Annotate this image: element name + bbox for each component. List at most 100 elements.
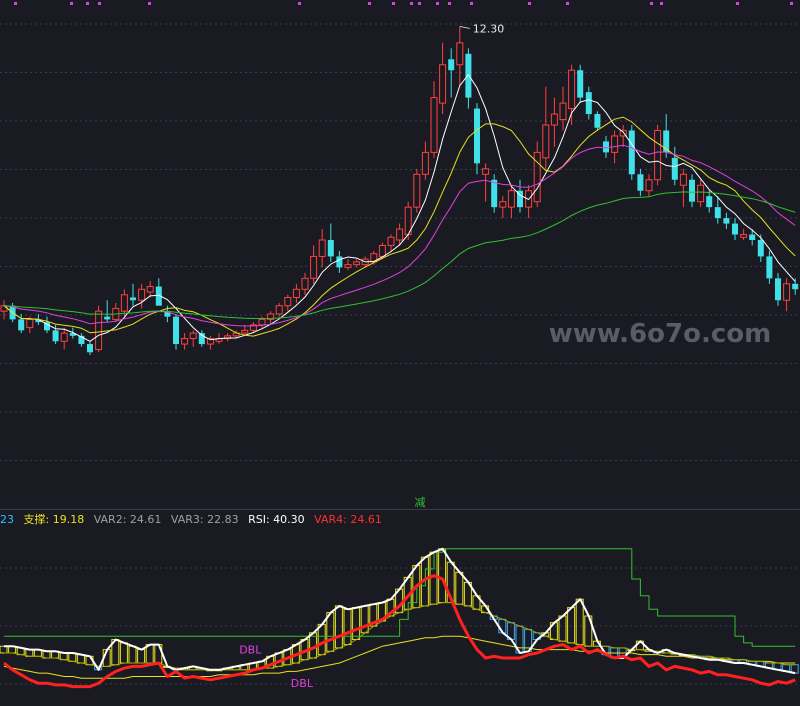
candle-body-down bbox=[749, 234, 756, 240]
top-dot bbox=[660, 2, 663, 5]
candle-body-up bbox=[679, 173, 687, 186]
candle-body-up bbox=[258, 318, 266, 326]
candle-body-up bbox=[456, 42, 464, 66]
candle-body-up bbox=[284, 297, 292, 307]
candle bbox=[628, 125, 635, 180]
top-dot bbox=[410, 2, 413, 5]
candle-body-up bbox=[439, 64, 447, 104]
candle-body-up bbox=[181, 338, 189, 345]
candle-body-down bbox=[336, 256, 343, 268]
candle-body-down bbox=[757, 240, 764, 257]
candle-body-up bbox=[550, 113, 558, 126]
top-dot bbox=[470, 2, 473, 5]
candle-body-down bbox=[18, 319, 25, 331]
top-dot bbox=[298, 2, 301, 5]
candle-body-down bbox=[594, 114, 601, 128]
candle-body-down bbox=[448, 59, 455, 71]
candle-body-up bbox=[387, 236, 395, 246]
candle-body-up bbox=[189, 332, 197, 340]
candle-body-down bbox=[465, 53, 472, 98]
indicator-header: 23 支撑: 19.18 VAR2: 24.61 VAR3: 22.83 RSI… bbox=[0, 512, 382, 526]
candle-body-up bbox=[120, 294, 128, 312]
candle-body-down bbox=[327, 240, 334, 257]
header-var3: VAR3: 22.83 bbox=[171, 513, 239, 526]
candle-body-up bbox=[318, 239, 326, 257]
top-dot bbox=[14, 2, 17, 5]
candle-body-up bbox=[645, 179, 653, 192]
candle-body-down bbox=[130, 297, 136, 301]
svg-text:23 支撑: 19.18 VAR2:: 23 支撑: 19.18 VAR2: 24.61 VAR3: 22.83 RSI… bbox=[0, 512, 382, 526]
candle-body-up bbox=[60, 332, 68, 342]
candle bbox=[95, 305, 103, 353]
candle-body-up bbox=[413, 173, 421, 208]
candle-body-up bbox=[146, 286, 154, 293]
candle-body-up bbox=[344, 264, 352, 268]
candle-body-down bbox=[491, 179, 498, 208]
stock-chart: www.6o7o.com 12.30 减 23 支撑: 19.18 VAR2: … bbox=[0, 0, 800, 706]
top-dot bbox=[528, 2, 531, 5]
candle-body-up bbox=[241, 329, 249, 334]
candle bbox=[491, 174, 498, 213]
candle-body-up bbox=[654, 129, 662, 181]
candle-body-up bbox=[430, 97, 438, 153]
candle-body-up bbox=[292, 288, 300, 298]
candle-body-up bbox=[740, 234, 748, 238]
candle-body-up bbox=[378, 244, 386, 257]
candle-body-up bbox=[421, 151, 429, 175]
top-dot bbox=[650, 2, 653, 5]
candle-body-down bbox=[637, 174, 644, 191]
top-dot bbox=[418, 2, 421, 5]
candle-body-down bbox=[173, 316, 179, 345]
top-dot bbox=[86, 2, 89, 5]
top-dot bbox=[70, 2, 73, 5]
header-prefix: 23 bbox=[0, 513, 14, 526]
top-dot bbox=[368, 2, 371, 5]
candle bbox=[654, 125, 662, 186]
candle-body-down bbox=[585, 92, 592, 115]
header-rsi: RSI: 40.30 bbox=[248, 513, 305, 526]
candle-body-up bbox=[138, 288, 146, 301]
candle-body-up bbox=[611, 135, 619, 153]
candle-body-up bbox=[482, 168, 490, 175]
candle-body-down bbox=[766, 256, 773, 279]
candle-body-down bbox=[714, 207, 721, 219]
candle-body-down bbox=[792, 283, 799, 290]
top-dot bbox=[436, 2, 439, 5]
candle-body-down bbox=[732, 223, 738, 235]
candle-body-down bbox=[474, 108, 480, 164]
high-price-label: 12.30 bbox=[473, 22, 505, 35]
candle-body-up bbox=[396, 228, 404, 241]
candle bbox=[413, 168, 421, 213]
candle-body-down bbox=[628, 130, 635, 175]
candle-body-up bbox=[353, 261, 361, 266]
signal-label: 减 bbox=[415, 496, 426, 509]
candle-body-up bbox=[301, 277, 309, 290]
candle-body-down bbox=[577, 70, 584, 98]
candle-body-down bbox=[775, 278, 781, 301]
watermark: www.6o7o.com bbox=[549, 319, 771, 349]
candle-body-up bbox=[95, 310, 103, 351]
candle-body-up bbox=[26, 318, 34, 329]
header-support: 支撑: 19.18 bbox=[24, 512, 85, 526]
candle bbox=[577, 64, 584, 104]
candle-body-up bbox=[559, 102, 567, 121]
top-dot bbox=[566, 2, 569, 5]
candle-body-down bbox=[689, 179, 695, 202]
top-dot bbox=[790, 2, 793, 5]
indicator-annotation: DBL bbox=[291, 677, 314, 690]
candle bbox=[594, 111, 601, 131]
candle-body-up bbox=[697, 184, 705, 203]
candle-body-down bbox=[671, 157, 678, 180]
top-dot bbox=[392, 2, 395, 5]
top-dot bbox=[98, 2, 101, 5]
indicator-annotation: DBL bbox=[239, 644, 262, 657]
candle-body-up bbox=[275, 305, 283, 315]
candle-body-down bbox=[104, 316, 111, 320]
candle-body-down bbox=[87, 344, 93, 353]
candle-body-up bbox=[568, 69, 576, 110]
header-var2: VAR2: 24.61 bbox=[94, 513, 162, 526]
candle-body-up bbox=[499, 201, 507, 208]
top-dot bbox=[448, 2, 451, 5]
candle-body-up bbox=[507, 190, 515, 208]
top-dot bbox=[736, 2, 739, 5]
